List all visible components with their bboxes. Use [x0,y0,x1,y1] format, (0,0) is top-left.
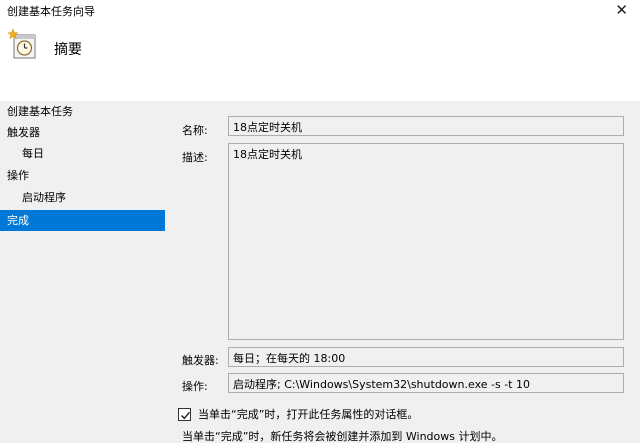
checkmark-icon [181,411,191,419]
action-label: 操作: [182,380,208,393]
description-label: 描述: [182,151,208,164]
close-button[interactable]: ✕ [615,1,628,19]
nav-item-finish[interactable]: 完成 [0,210,165,231]
wizard-step-nav: 创建基本任务 触发器 每日 操作 启动程序 完成 [0,101,166,443]
wizard-body: 创建基本任务 触发器 每日 操作 启动程序 完成 名称: 18点定时关机 描述:… [0,101,640,443]
description-field[interactable]: 18点定时关机 [228,143,624,340]
nav-item-daily[interactable]: 每日 [0,143,165,164]
name-label: 名称: [182,124,208,137]
wizard-header: 摘要 [0,22,640,101]
nav-item-trigger[interactable]: 触发器 [0,122,165,143]
open-properties-label[interactable]: 当单击“完成”时，打开此任务属性的对话框。 [198,406,418,422]
clock-task-icon [7,28,38,61]
page-heading: 摘要 [54,42,82,58]
window-title: 创建基本任务向导 [7,5,95,18]
nav-item-create-basic-task[interactable]: 创建基本任务 [0,101,165,122]
trigger-label: 触发器: [182,354,219,367]
nav-item-action[interactable]: 操作 [0,165,165,186]
action-field[interactable]: 启动程序; C:\Windows\System32\shutdown.exe -… [228,373,624,393]
name-field[interactable]: 18点定时关机 [228,116,624,136]
trigger-field[interactable]: 每日；在每天的 18:00 [228,347,624,367]
title-bar: 创建基本任务向导 ✕ [0,0,640,22]
finish-note: 当单击“完成”时，新任务将会被创建并添加到 Windows 计划中。 [182,430,503,443]
open-properties-option[interactable]: 当单击“完成”时，打开此任务属性的对话框。 [178,406,418,422]
nav-item-start-program[interactable]: 启动程序 [0,187,165,208]
open-properties-checkbox[interactable] [178,407,191,421]
